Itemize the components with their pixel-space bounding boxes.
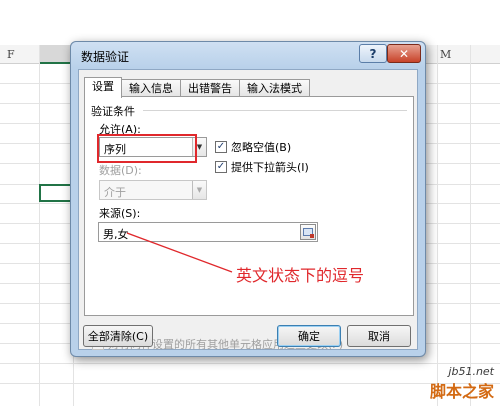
section-title: 验证条件 xyxy=(91,105,135,118)
checkbox-box[interactable]: ✓ xyxy=(215,161,227,173)
gridline xyxy=(437,45,438,406)
gridline xyxy=(470,45,471,406)
data-validation-dialog: 数据验证 ? ✕ 设置 输入信息 出错警告 输入法模式 验证条件 允许(A): … xyxy=(70,41,426,357)
tab-ime-mode[interactable]: 输入法模式 xyxy=(239,79,310,97)
tab-input-message[interactable]: 输入信息 xyxy=(121,79,181,97)
active-cell[interactable] xyxy=(39,184,73,202)
help-icon: ? xyxy=(369,46,377,61)
tab-error-alert[interactable]: 出错警告 xyxy=(180,79,240,97)
dialog-titlebar[interactable]: 数据验证 ? ✕ xyxy=(71,42,425,68)
data-select[interactable]: 介于 ▼ xyxy=(99,180,207,200)
dialog-title: 数据验证 xyxy=(81,50,130,64)
watermark: jb51.net 脚本之家 xyxy=(430,365,494,402)
source-input-value: 男,女 xyxy=(103,228,129,241)
ignore-blank-checkbox[interactable]: ✓ 忽略空值(B) xyxy=(215,139,291,155)
collapse-dialog-button[interactable] xyxy=(300,224,316,240)
help-button[interactable]: ? xyxy=(359,44,387,63)
tab-strip: 设置 输入信息 出错警告 输入法模式 xyxy=(84,77,310,98)
source-input[interactable]: 男,女 xyxy=(98,222,318,242)
ignore-blank-label: 忽略空值(B) xyxy=(231,141,292,154)
check-mark-icon: ✓ xyxy=(216,161,226,172)
section-divider xyxy=(143,110,407,111)
column-letter-m[interactable]: M xyxy=(440,48,451,61)
highlight-box xyxy=(97,134,197,163)
column-letter-f[interactable]: F xyxy=(7,48,15,61)
tab-settings[interactable]: 设置 xyxy=(84,77,122,98)
chevron-down-icon[interactable]: ▼ xyxy=(192,181,206,199)
gridline xyxy=(39,45,40,406)
watermark-name: 脚本之家 xyxy=(429,382,494,401)
close-icon: ✕ xyxy=(398,46,410,61)
ok-button[interactable]: 确定 xyxy=(277,325,341,347)
gridline xyxy=(0,363,500,364)
checkbox-box[interactable]: ✓ xyxy=(215,141,227,153)
range-select-icon-dot xyxy=(310,234,314,238)
dialog-body: 设置 输入信息 出错警告 输入法模式 验证条件 允许(A): 序列 ▼ ✓ 忽略… xyxy=(78,69,418,351)
dropdown-arrow-label: 提供下拉箭头(I) xyxy=(231,161,309,174)
watermark-site: jb51.net xyxy=(448,365,494,378)
dropdown-arrow-checkbox[interactable]: ✓ 提供下拉箭头(I) xyxy=(215,159,309,175)
data-label: 数据(D): xyxy=(99,164,142,177)
clear-all-button[interactable]: 全部清除(C) xyxy=(83,325,153,347)
source-label: 来源(S): xyxy=(99,207,141,220)
annotation-text: 英文状态下的逗号 xyxy=(236,266,365,285)
selected-column-header[interactable] xyxy=(40,45,73,64)
data-select-value: 介于 xyxy=(104,186,126,199)
close-button[interactable]: ✕ xyxy=(387,44,421,63)
cancel-button[interactable]: 取消 xyxy=(347,325,411,347)
gridline xyxy=(0,383,500,384)
check-mark-icon: ✓ xyxy=(216,141,226,152)
